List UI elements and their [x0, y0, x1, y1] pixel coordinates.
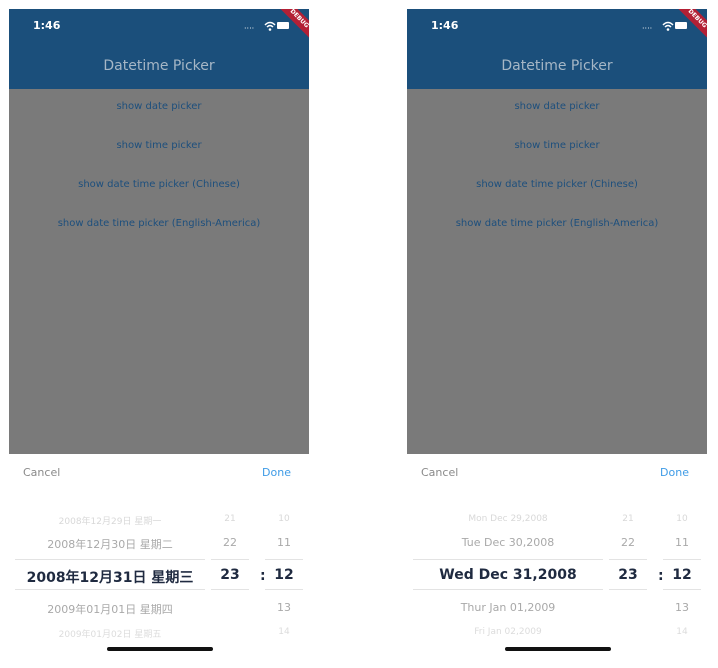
- app-bar: 1:46 ···· DEBUG Datetime Picker: [407, 9, 707, 89]
- minute-column[interactable]: 10 11 12 13 14: [663, 509, 701, 639]
- phone-screen-chinese: 1:46 ···· DEBUG Datetime Picker show dat…: [9, 9, 309, 661]
- minute-option[interactable]: 11: [663, 536, 701, 549]
- datetime-picker[interactable]: 2008年12月29日 星期一 2008年12月30日 星期二 2008年12月…: [9, 509, 309, 640]
- minute-option-selected[interactable]: 12: [265, 567, 303, 583]
- hour-option-selected[interactable]: 23: [211, 567, 249, 583]
- battery-icon: [675, 22, 687, 29]
- hour-column[interactable]: 21 22 23: [211, 509, 249, 639]
- minute-option[interactable]: 11: [265, 536, 303, 549]
- minute-option[interactable]: 10: [663, 514, 701, 524]
- show-datetime-picker-english-button[interactable]: show date time picker (English-America): [407, 218, 707, 229]
- date-column[interactable]: 2008年12月29日 星期一 2008年12月30日 星期二 2008年12月…: [15, 509, 205, 640]
- picker-sheet: Cancel Done Mon Dec 29,2008 Tue Dec 30,2…: [407, 454, 707, 661]
- date-column[interactable]: Mon Dec 29,2008 Tue Dec 30,2008 Wed Dec …: [413, 509, 603, 639]
- hour-option[interactable]: 22: [211, 536, 249, 549]
- status-bar: 1:46 ····: [9, 9, 309, 43]
- status-time: 1:46: [33, 19, 61, 32]
- home-indicator[interactable]: [505, 647, 611, 651]
- minute-option[interactable]: 13: [265, 601, 303, 614]
- content-overlay: show date picker show time picker show d…: [9, 89, 309, 454]
- hour-option[interactable]: 21: [211, 514, 249, 524]
- status-bar: 1:46 ····: [407, 9, 707, 43]
- app-title: Datetime Picker: [501, 58, 613, 74]
- screenshot-stage: 1:46 ···· DEBUG Datetime Picker show dat…: [0, 0, 718, 668]
- home-indicator[interactable]: [107, 647, 213, 651]
- hour-option-selected[interactable]: 23: [609, 567, 647, 583]
- minute-column[interactable]: 10 11 12 13 14: [265, 509, 303, 639]
- datetime-picker[interactable]: Mon Dec 29,2008 Tue Dec 30,2008 Wed Dec …: [407, 509, 707, 639]
- done-button[interactable]: Done: [660, 466, 689, 479]
- minute-option[interactable]: 14: [265, 627, 303, 637]
- app-title: Datetime Picker: [103, 58, 215, 74]
- date-option[interactable]: 2008年12月29日 星期一: [15, 514, 205, 527]
- minute-option[interactable]: 13: [663, 601, 701, 614]
- minute-option[interactable]: 14: [663, 627, 701, 637]
- status-icons: ····: [642, 20, 687, 33]
- cancel-button[interactable]: Cancel: [23, 466, 60, 479]
- signal-dots-icon: ····: [244, 24, 255, 33]
- battery-icon: [277, 22, 289, 29]
- date-option[interactable]: 2009年01月01日 星期四: [15, 601, 205, 617]
- show-datetime-picker-chinese-button[interactable]: show date time picker (Chinese): [9, 179, 309, 190]
- content-overlay: show date picker show time picker show d…: [407, 89, 707, 454]
- app-bar: 1:46 ···· DEBUG Datetime Picker: [9, 9, 309, 89]
- hour-column[interactable]: 21 22 23: [609, 509, 647, 639]
- minute-option[interactable]: 10: [265, 514, 303, 524]
- date-option[interactable]: Fri Jan 02,2009: [413, 627, 603, 637]
- status-icons: ····: [244, 20, 289, 33]
- date-option[interactable]: 2009年01月02日 星期五: [15, 627, 205, 640]
- show-date-picker-button[interactable]: show date picker: [9, 101, 309, 112]
- cancel-button[interactable]: Cancel: [421, 466, 458, 479]
- hour-option[interactable]: 22: [609, 536, 647, 549]
- date-option[interactable]: Thur Jan 01,2009: [413, 601, 603, 614]
- date-option-selected[interactable]: 2008年12月31日 星期三: [15, 567, 205, 587]
- hour-option[interactable]: 21: [609, 514, 647, 524]
- wifi-icon: [264, 21, 276, 31]
- date-option[interactable]: Mon Dec 29,2008: [413, 514, 603, 524]
- show-date-picker-button[interactable]: show date picker: [407, 101, 707, 112]
- date-option[interactable]: 2008年12月30日 星期二: [15, 536, 205, 552]
- status-time: 1:46: [431, 19, 459, 32]
- signal-dots-icon: ····: [642, 24, 653, 33]
- show-datetime-picker-english-button[interactable]: show date time picker (English-America): [9, 218, 309, 229]
- date-option[interactable]: Tue Dec 30,2008: [413, 536, 603, 549]
- picker-sheet: Cancel Done 2008年12月29日 星期一 2008年12月30日 …: [9, 454, 309, 661]
- show-datetime-picker-chinese-button[interactable]: show date time picker (Chinese): [407, 179, 707, 190]
- phone-screen-english: 1:46 ···· DEBUG Datetime Picker show dat…: [407, 9, 707, 661]
- show-time-picker-button[interactable]: show time picker: [9, 140, 309, 151]
- done-button[interactable]: Done: [262, 466, 291, 479]
- date-option-selected[interactable]: Wed Dec 31,2008: [413, 567, 603, 583]
- wifi-icon: [662, 21, 674, 31]
- show-time-picker-button[interactable]: show time picker: [407, 140, 707, 151]
- minute-option-selected[interactable]: 12: [663, 567, 701, 583]
